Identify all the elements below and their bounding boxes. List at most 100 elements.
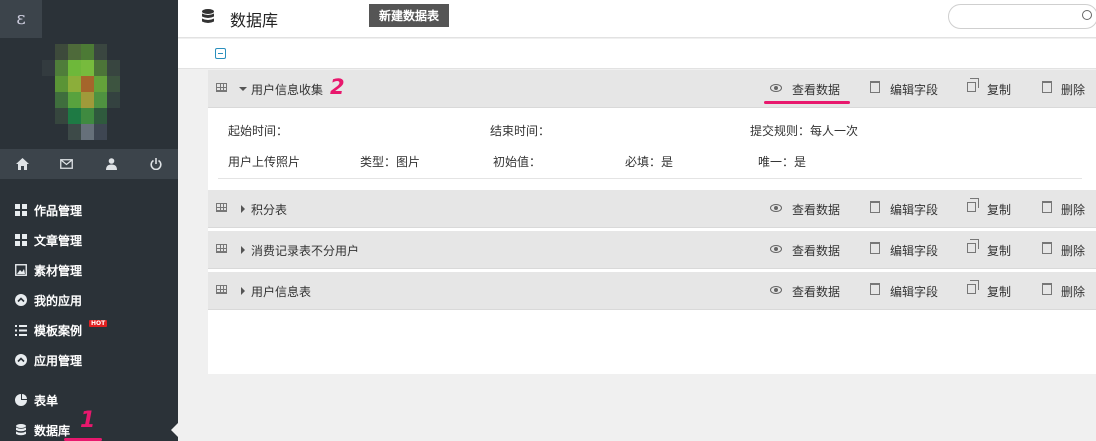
caret-down-icon[interactable] [239, 87, 247, 91]
mail-icon[interactable] [57, 154, 77, 174]
delete-link[interactable]: 删除 [1061, 242, 1085, 259]
circle-up-icon [14, 354, 27, 367]
field-type: 类型：图片 [360, 155, 421, 169]
sidebar-item-label: 模板案例 [34, 323, 83, 338]
table-name[interactable]: 消费记录表不分用户 [251, 242, 359, 259]
trash-icon[interactable] [870, 283, 880, 295]
eye-icon[interactable] [770, 286, 782, 294]
trash-icon[interactable] [870, 242, 880, 254]
collapse-all-button[interactable] [215, 48, 226, 59]
sidebar-item-label: 数据库 [34, 423, 71, 438]
delete-link[interactable]: 删除 [1061, 283, 1085, 300]
view-data-link[interactable]: 查看数据 [792, 283, 840, 300]
eye-icon[interactable] [770, 84, 782, 92]
eye-icon[interactable] [770, 204, 782, 212]
sidebar-item-articles[interactable]: 文章管理 [0, 225, 178, 255]
copy-link[interactable]: 复制 [987, 201, 1011, 218]
eye-icon[interactable] [770, 245, 782, 253]
edit-fields-link[interactable]: 编辑字段 [890, 242, 938, 259]
view-data-link[interactable]: 查看数据 [792, 81, 840, 98]
home-icon[interactable] [12, 154, 32, 174]
trash-icon[interactable] [870, 201, 880, 213]
table-row[interactable]: 用户信息表 查看数据 编辑字段 复制 删除 [208, 272, 1096, 310]
table-icon [216, 203, 227, 212]
edit-fields-link[interactable]: 编辑字段 [890, 201, 938, 218]
sidebar: ε 作品管理 文章管理 素材管理 我的应用 模板案例 HOT 应用管理 表单 数… [0, 0, 179, 441]
toolbar [178, 39, 1096, 69]
logo[interactable]: ε [0, 0, 42, 38]
new-table-button[interactable]: 新建数据表 [369, 4, 449, 27]
hot-badge: HOT [89, 320, 108, 327]
sidebar-item-label: 文章管理 [34, 233, 83, 248]
caret-right-icon[interactable] [241, 287, 245, 295]
table-row[interactable]: 消费记录表不分用户 查看数据 编辑字段 复制 删除 [208, 231, 1096, 269]
sidebar-item-templates[interactable]: 模板案例 HOT [0, 315, 178, 345]
delete-link[interactable]: 删除 [1061, 81, 1085, 98]
trash-icon[interactable] [1042, 283, 1052, 295]
caret-right-icon[interactable] [241, 205, 245, 213]
image-icon [14, 264, 27, 277]
view-data-link[interactable]: 查看数据 [792, 201, 840, 218]
circle-up-icon [14, 294, 27, 307]
copy-link[interactable]: 复制 [987, 283, 1011, 300]
sidebar-item-my-apps[interactable]: 我的应用 [0, 285, 178, 315]
avatar[interactable] [42, 44, 133, 140]
trash-icon[interactable] [1042, 201, 1052, 213]
sidebar-item-app-manage[interactable]: 应用管理 [0, 345, 178, 375]
sidebar-item-label: 作品管理 [34, 203, 83, 218]
submit-rule: 提交规则：每人一次 [750, 124, 859, 138]
trash-icon[interactable] [870, 81, 880, 93]
search-input[interactable] [948, 4, 1096, 29]
database-icon [14, 424, 27, 437]
page-title: 数据库 [230, 11, 279, 30]
copy-icon[interactable] [967, 280, 979, 294]
grid-icon [14, 204, 27, 217]
search-icon[interactable] [1082, 10, 1092, 20]
trash-icon[interactable] [1042, 81, 1052, 93]
sidebar-item-works[interactable]: 作品管理 [0, 195, 178, 225]
table-row[interactable]: 积分表 查看数据 编辑字段 复制 删除 [208, 190, 1096, 228]
main-content: 数据库 新建数据表 用户信息收集 查看数据 编辑字段 复制 删除 2 起始时间： [178, 0, 1096, 441]
menu-divider [0, 375, 178, 385]
table-list: 用户信息收集 查看数据 编辑字段 复制 删除 2 起始时间： 结束时间： 提交规… [208, 70, 1096, 374]
sidebar-item-label: 素材管理 [34, 263, 83, 278]
sidebar-item-label: 我的应用 [34, 293, 83, 308]
copy-icon[interactable] [967, 78, 979, 92]
table-name[interactable]: 积分表 [251, 201, 287, 218]
grid-icon [14, 234, 27, 247]
database-icon [202, 9, 214, 23]
annotation-1: 1 [80, 408, 96, 433]
table-name[interactable]: 用户信息收集 [251, 81, 323, 98]
field-initial: 初始值： [493, 155, 542, 169]
field-required: 必填：是 [625, 155, 674, 169]
table-name[interactable]: 用户信息表 [251, 283, 311, 300]
copy-icon[interactable] [967, 198, 979, 212]
annotation-2: 2 [330, 75, 345, 99]
copy-link[interactable]: 复制 [987, 242, 1011, 259]
field-unique: 唯一：是 [758, 155, 807, 169]
list-icon [14, 324, 27, 337]
copy-link[interactable]: 复制 [987, 81, 1011, 98]
pie-chart-icon [14, 394, 27, 407]
sidebar-item-label: 表单 [34, 393, 59, 408]
copy-icon[interactable] [967, 239, 979, 253]
user-icon[interactable] [101, 154, 121, 174]
sidebar-item-label: 应用管理 [34, 353, 83, 368]
sidebar-item-materials[interactable]: 素材管理 [0, 255, 178, 285]
sidebar-menu: 作品管理 文章管理 素材管理 我的应用 模板案例 HOT 应用管理 表单 数据库 [0, 195, 179, 441]
edit-fields-link[interactable]: 编辑字段 [890, 283, 938, 300]
field-name: 用户上传照片 [228, 155, 301, 169]
top-bar: 数据库 新建数据表 [178, 0, 1096, 38]
delete-link[interactable]: 删除 [1061, 201, 1085, 218]
table-icon [216, 244, 227, 253]
power-icon[interactable] [146, 154, 166, 174]
trash-icon[interactable] [1042, 242, 1052, 254]
edit-fields-link[interactable]: 编辑字段 [890, 81, 938, 98]
quick-bar [0, 149, 178, 179]
start-time: 起始时间： [228, 124, 289, 138]
divider [218, 178, 1082, 179]
view-data-link[interactable]: 查看数据 [792, 242, 840, 259]
caret-right-icon[interactable] [241, 246, 245, 254]
annotation-underline-3 [764, 101, 850, 104]
table-detail: 起始时间： 结束时间： 提交规则：每人一次 用户上传照片 类型：图片 初始值： … [208, 108, 1096, 180]
